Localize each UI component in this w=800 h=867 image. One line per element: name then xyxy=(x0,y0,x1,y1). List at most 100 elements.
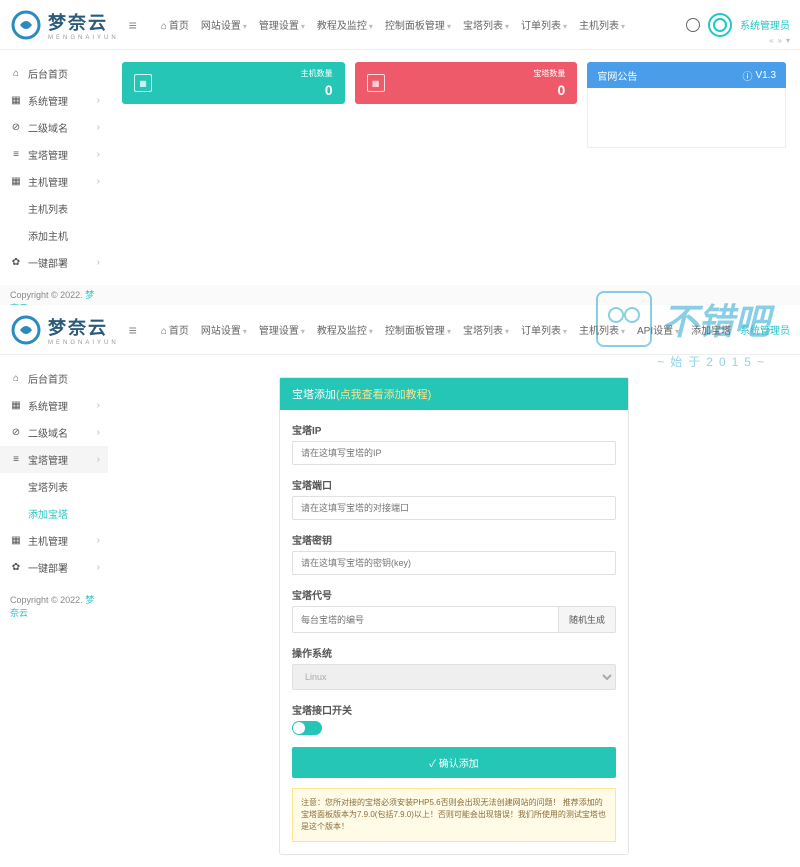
sidebar-item-home[interactable]: ⌂后台首页 xyxy=(0,60,108,87)
stat-bt-label: 宝塔数量 xyxy=(533,68,565,79)
logo-icon xyxy=(10,314,42,346)
ip-input[interactable] xyxy=(292,441,616,465)
tab-manage[interactable]: 管理设置 xyxy=(255,322,309,337)
list-icon: ≡ xyxy=(10,149,22,161)
tab-home[interactable]: 首页 xyxy=(157,322,193,337)
admin-link[interactable]: 系统管理员 xyxy=(740,17,790,32)
header: 梦奈云 MENGNAIYUN ≡ 首页 网站设置 管理设置 教程及监控 控制面板… xyxy=(0,305,800,355)
server-icon: ▦ xyxy=(10,535,22,547)
grid-icon: ▦ xyxy=(10,400,22,412)
sidebar: ⌂后台首页 ▦系统管理 ⊘二级域名 ≡宝塔管理 宝塔列表 添加宝塔 ▦主机管理 … xyxy=(0,355,108,867)
tab-tutorial[interactable]: 教程及监控 xyxy=(313,17,377,32)
nav-tabs: 首页 网站设置 管理设置 教程及监控 控制面板管理 宝塔列表 订单列表 主机列表 xyxy=(157,17,629,32)
stat-hosts-label: 主机数量 xyxy=(301,68,333,79)
watermark-sub: ~始于2015~ xyxy=(657,353,770,370)
sidebar: ⌂后台首页 ▦系统管理 ⊘二级域名 ≡宝塔管理 ▦主机管理 主机列表 添加主机 … xyxy=(0,50,108,336)
header: 梦奈云 MENGNAIYUN ≡ 首页 网站设置 管理设置 教程及监控 控制面板… xyxy=(0,0,800,50)
copyright: Copyright © 2022. 梦奈云 xyxy=(0,581,108,631)
ip-label: 宝塔IP xyxy=(292,422,616,437)
tab-orders[interactable]: 订单列表 xyxy=(517,322,571,337)
globe-icon[interactable] xyxy=(686,18,700,32)
tab-addbt[interactable]: 添加宝塔 xyxy=(687,322,735,337)
logo-name: 梦奈云 xyxy=(48,314,119,340)
tab-panel[interactable]: 控制面板管理 xyxy=(381,17,455,32)
tab-menu-icon[interactable]: ▾ xyxy=(786,36,790,45)
header-right: 系统管理员 xyxy=(686,13,790,37)
tab-site[interactable]: 网站设置 xyxy=(197,17,251,32)
add-bt-form: 宝塔添加(点我查看添加教程) 宝塔IP 宝塔端口 宝塔密钥 xyxy=(279,377,629,855)
tab-btlist[interactable]: 宝塔列表 xyxy=(459,322,513,337)
admin-link[interactable]: 系统管理员 xyxy=(740,322,790,337)
logo-sub: MENGNAIYUN xyxy=(48,35,119,41)
menu-toggle-icon[interactable]: ≡ xyxy=(129,17,137,33)
tab-prev-icon[interactable]: « xyxy=(769,36,773,45)
sidebar-sub-hostlist[interactable]: 主机列表 xyxy=(0,195,108,222)
link-icon: ⊘ xyxy=(10,122,22,134)
tab-tutorial[interactable]: 教程及监控 xyxy=(313,322,377,337)
server-icon: ▦ xyxy=(10,176,22,188)
announce-body xyxy=(587,88,786,148)
tab-panel[interactable]: 控制面板管理 xyxy=(381,322,455,337)
main-content: 宝塔添加(点我查看添加教程) 宝塔IP 宝塔端口 宝塔密钥 xyxy=(108,355,800,867)
home-icon: ⌂ xyxy=(10,68,22,80)
code-input[interactable] xyxy=(292,606,559,633)
tab-site[interactable]: 网站设置 xyxy=(197,322,251,337)
tab-api[interactable]: API设置 xyxy=(633,322,683,337)
home-icon: ⌂ xyxy=(10,373,22,385)
sidebar-item-home[interactable]: ⌂后台首页 xyxy=(0,365,108,392)
logo[interactable]: 梦奈云 MENGNAIYUN xyxy=(10,9,119,41)
tab-next-icon[interactable]: » xyxy=(778,36,782,45)
main-content: ▦ 主机数量 0 ▦ 宝塔数量 0 官网公告 ⓘV1.3 xyxy=(108,50,800,336)
tutorial-link[interactable]: (点我查看添加教程) xyxy=(336,389,431,401)
stat-bt[interactable]: ▦ 宝塔数量 0 xyxy=(355,62,578,104)
announce-title: 官网公告 xyxy=(597,68,637,83)
sidebar-item-host[interactable]: ▦主机管理 xyxy=(0,168,108,195)
sidebar-item-domain[interactable]: ⊘二级域名 xyxy=(0,114,108,141)
version-badge[interactable]: ⓘV1.3 xyxy=(742,68,776,83)
api-switch[interactable] xyxy=(292,721,322,735)
tab-btlist[interactable]: 宝塔列表 xyxy=(459,17,513,32)
nav-tabs: 首页 网站设置 管理设置 教程及监控 控制面板管理 宝塔列表 订单列表 主机列表… xyxy=(157,322,735,337)
sidebar-item-domain[interactable]: ⊘二级域名 xyxy=(0,419,108,446)
list-icon: ≡ xyxy=(10,454,22,466)
submit-button[interactable]: ✓ 确认添加 xyxy=(292,747,616,778)
tab-orders[interactable]: 订单列表 xyxy=(517,17,571,32)
sidebar-sub-addhost[interactable]: 添加主机 xyxy=(0,222,108,249)
logo-name: 梦奈云 xyxy=(48,9,119,35)
sidebar-item-bt[interactable]: ≡宝塔管理 xyxy=(0,141,108,168)
header-right: 系统管理员 xyxy=(740,322,790,337)
key-input[interactable] xyxy=(292,551,616,575)
random-button[interactable]: 随机生成 xyxy=(559,606,616,633)
sidebar-item-system[interactable]: ▦系统管理 xyxy=(0,87,108,114)
stat-hosts-value: 0 xyxy=(325,82,333,98)
server-icon: ▦ xyxy=(367,74,385,92)
info-icon: ⓘ xyxy=(742,68,752,83)
screenshot-add-bt: 不错吧 ~始于2015~ 梦奈云 MENGNAIYUN ≡ 首页 网站设置 管理… xyxy=(0,305,800,867)
logo[interactable]: 梦奈云 MENGNAIYUN xyxy=(10,314,119,346)
stat-bt-value: 0 xyxy=(558,82,566,98)
os-select[interactable]: Linux xyxy=(292,664,616,690)
sidebar-item-host[interactable]: ▦主机管理 xyxy=(0,527,108,554)
sidebar-item-deploy[interactable]: ✿一键部署 xyxy=(0,554,108,581)
sidebar-sub-addbt[interactable]: 添加宝塔 xyxy=(0,500,108,527)
announcement-panel: 官网公告 ⓘV1.3 xyxy=(587,62,786,148)
code-label: 宝塔代号 xyxy=(292,587,616,602)
link-icon: ⊘ xyxy=(10,427,22,439)
logo-icon xyxy=(10,9,42,41)
tab-manage[interactable]: 管理设置 xyxy=(255,17,309,32)
calendar-icon: ▦ xyxy=(134,74,152,92)
sidebar-item-system[interactable]: ▦系统管理 xyxy=(0,392,108,419)
sidebar-sub-btlist[interactable]: 宝塔列表 xyxy=(0,473,108,500)
tab-home[interactable]: 首页 xyxy=(157,17,193,32)
gear-icon: ✿ xyxy=(10,562,22,574)
sidebar-item-deploy[interactable]: ✿一键部署 xyxy=(0,249,108,276)
menu-toggle-icon[interactable]: ≡ xyxy=(129,322,137,338)
tab-hosts[interactable]: 主机列表 xyxy=(575,322,629,337)
logo-sub: MENGNAIYUN xyxy=(48,340,119,346)
stat-hosts[interactable]: ▦ 主机数量 0 xyxy=(122,62,345,104)
avatar-icon[interactable] xyxy=(708,13,732,37)
warning-box: 注意：您所对接的宝塔必须安装PHP5.6否则会出现无法创建网站的问题！ 推荐添加… xyxy=(292,788,616,842)
port-input[interactable] xyxy=(292,496,616,520)
tab-hosts[interactable]: 主机列表 xyxy=(575,17,629,32)
sidebar-item-bt[interactable]: ≡宝塔管理 xyxy=(0,446,108,473)
